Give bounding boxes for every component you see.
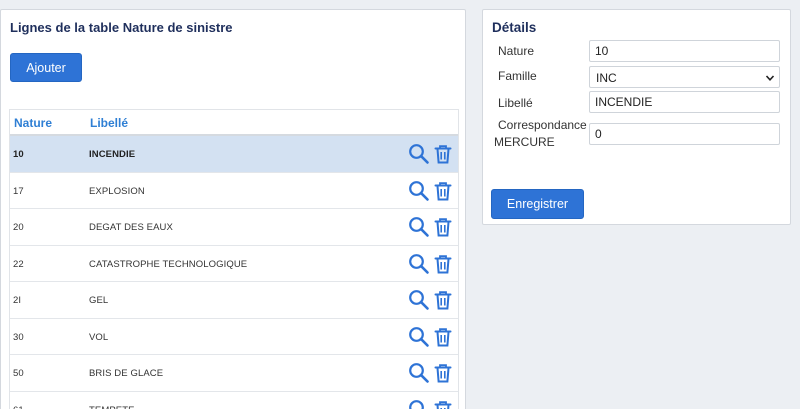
table-body: 10 INCENDIE 17 EXPLOSION 20 DEGAT DES EAUX 22 C…	[10, 136, 458, 409]
magnifier-icon[interactable]	[408, 253, 430, 275]
nature-label: Nature	[498, 44, 535, 58]
column-header-libelle[interactable]: Libellé	[90, 116, 128, 130]
trash-icon[interactable]	[432, 362, 454, 384]
chevron-down-icon	[765, 75, 775, 81]
cell-libelle: EXPLOSION	[89, 185, 145, 197]
table-header: Nature Libellé	[10, 110, 458, 136]
cell-libelle: INCENDIE	[89, 149, 136, 160]
save-button[interactable]: Enregistrer	[491, 189, 584, 219]
cell-nature: 50	[13, 368, 24, 379]
cell-nature: 61	[13, 405, 24, 409]
table-row[interactable]: 10 INCENDIE	[10, 136, 458, 173]
trash-icon[interactable]	[432, 326, 454, 348]
table-row[interactable]: 20 DEGAT DES EAUX	[10, 209, 458, 246]
table-row[interactable]: 2I GEL	[10, 282, 458, 319]
magnifier-icon[interactable]	[408, 399, 430, 409]
cell-libelle: TEMPETE	[89, 405, 135, 409]
table-row[interactable]: 17 EXPLOSION	[10, 173, 458, 209]
correspondance-label: Correspondance	[498, 118, 587, 132]
trash-icon[interactable]	[432, 143, 454, 165]
magnifier-icon[interactable]	[408, 362, 430, 384]
trash-icon[interactable]	[432, 216, 454, 238]
famille-label: Famille	[498, 69, 537, 83]
cell-nature: 10	[13, 149, 24, 160]
cell-libelle: CATASTROPHE TECHNOLOGIQUE	[89, 258, 248, 270]
cell-nature: 17	[13, 185, 24, 197]
nature-list-panel: Lignes de la table Nature de sinistre Aj…	[0, 9, 466, 409]
magnifier-icon[interactable]	[408, 216, 430, 238]
magnifier-icon[interactable]	[408, 326, 430, 348]
libelle-input[interactable]	[589, 91, 780, 113]
table-row[interactable]: 22 CATASTROPHE TECHNOLOGIQUE	[10, 246, 458, 282]
list-panel-title: Lignes de la table Nature de sinistre	[10, 20, 233, 35]
magnifier-icon[interactable]	[408, 143, 430, 165]
trash-icon[interactable]	[432, 399, 454, 409]
trash-icon[interactable]	[432, 289, 454, 311]
details-title: Détails	[492, 20, 537, 35]
trash-icon[interactable]	[432, 180, 454, 202]
table-row[interactable]: 61 TEMPETE	[10, 392, 458, 409]
cell-nature: 2I	[13, 295, 22, 306]
cell-libelle: GEL	[89, 295, 109, 306]
cell-nature: 20	[13, 222, 24, 233]
cell-libelle: VOL	[89, 331, 109, 343]
magnifier-icon[interactable]	[408, 289, 430, 311]
trash-icon[interactable]	[432, 253, 454, 275]
column-header-nature[interactable]: Nature	[14, 116, 52, 130]
libelle-label: Libellé	[498, 96, 533, 110]
famille-selected-value: INC	[596, 71, 617, 85]
correspondance-input[interactable]	[589, 123, 780, 145]
cell-libelle: BRIS DE GLACE	[89, 368, 164, 379]
table-row[interactable]: 30 VOL	[10, 319, 458, 355]
nature-table: Nature Libellé 10 INCENDIE 17 EXPLOSION 20 DE…	[9, 109, 459, 409]
cell-nature: 22	[13, 258, 24, 270]
cell-libelle: DEGAT DES EAUX	[89, 222, 173, 233]
cell-nature: 30	[13, 331, 24, 343]
details-panel: Détails Nature Famille INC Libellé Corre…	[482, 9, 791, 225]
nature-input[interactable]	[589, 40, 780, 62]
add-button[interactable]: Ajouter	[10, 53, 82, 82]
magnifier-icon[interactable]	[408, 180, 430, 202]
table-row[interactable]: 50 BRIS DE GLACE	[10, 355, 458, 392]
mercure-label: MERCURE	[494, 135, 555, 149]
famille-select[interactable]: INC	[589, 66, 780, 88]
